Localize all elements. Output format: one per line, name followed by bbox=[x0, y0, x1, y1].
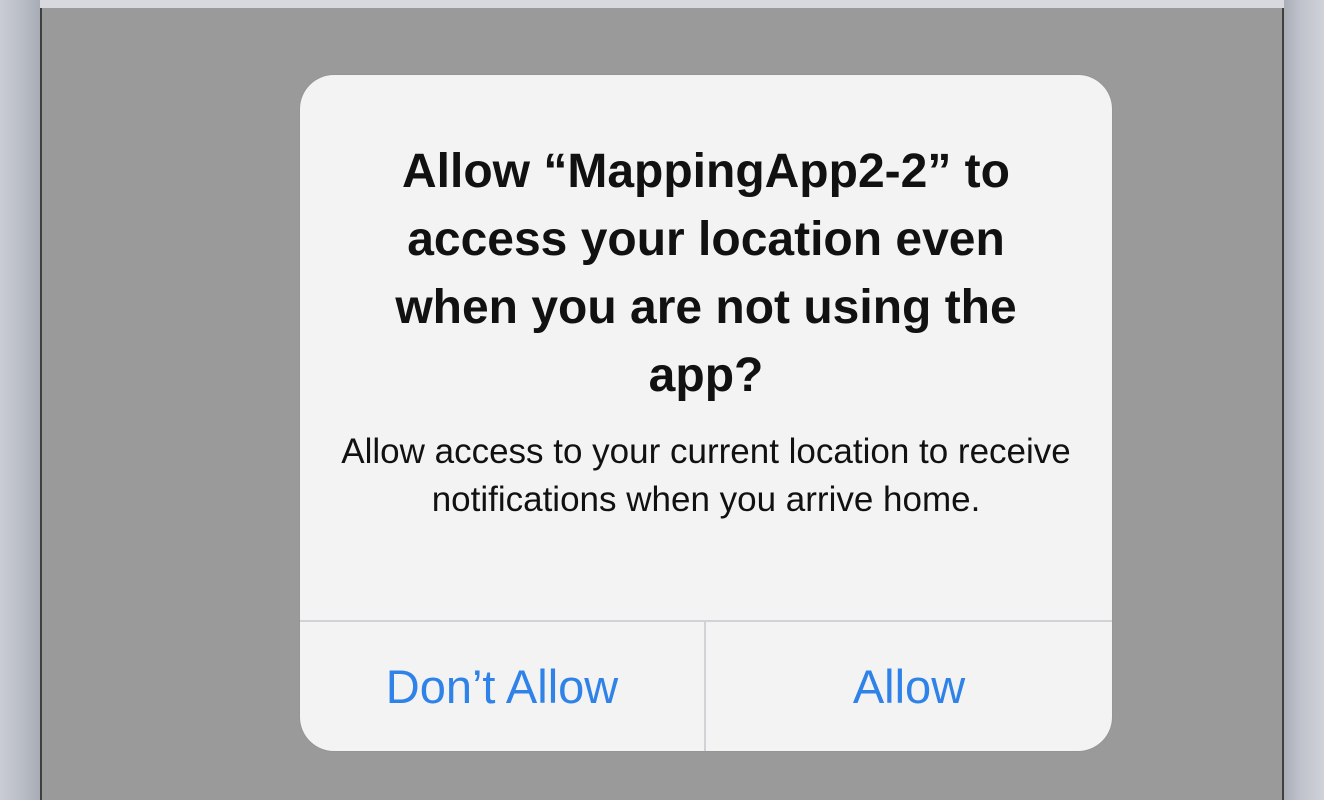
device-bezel-right bbox=[1284, 0, 1324, 800]
allow-button[interactable]: Allow bbox=[706, 622, 1112, 751]
device-bezel-left bbox=[0, 0, 40, 800]
alert-body: Allow “MappingApp2-2” to access your loc… bbox=[300, 75, 1112, 620]
device-screen-dimmed-backdrop: Allow “MappingApp2-2” to access your loc… bbox=[40, 8, 1284, 800]
alert-message: Allow access to your current location to… bbox=[341, 432, 1071, 519]
device-top-edge bbox=[0, 0, 1324, 8]
alert-title: Allow “MappingApp2-2” to access your loc… bbox=[395, 145, 1017, 402]
dont-allow-button[interactable]: Don’t Allow bbox=[300, 622, 704, 751]
location-permission-alert: Allow “MappingApp2-2” to access your loc… bbox=[300, 75, 1112, 751]
